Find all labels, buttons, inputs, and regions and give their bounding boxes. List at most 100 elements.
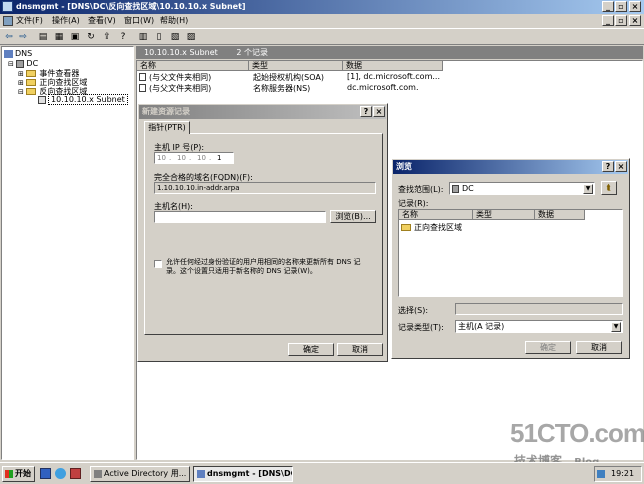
- quicklaunch-desktop-icon[interactable]: [40, 468, 51, 479]
- tree-server[interactable]: ⊟ DC: [8, 59, 38, 68]
- tab-ptr[interactable]: 指针(PTR): [144, 121, 190, 134]
- toolbar: ⇦ ⇨ ▤ ▦ ▣ ↻ ⇪ ? ▥ ▯ ▧ ▨: [0, 28, 644, 45]
- new-record-icon[interactable]: ▧: [168, 31, 182, 44]
- back-icon[interactable]: ⇦: [2, 31, 16, 44]
- col-data[interactable]: 数据: [535, 210, 585, 220]
- help-icon[interactable]: ?: [116, 31, 130, 44]
- server-node-icon: [16, 59, 25, 68]
- dns-icon: [4, 49, 13, 58]
- col-name[interactable]: 名称: [137, 61, 249, 71]
- selection-field: [455, 303, 623, 315]
- minimize-icon[interactable]: _: [602, 1, 614, 12]
- properties-icon[interactable]: ▣: [68, 31, 82, 44]
- selection-label: 选择(S):: [398, 306, 429, 315]
- ip-address-field[interactable]: 10 . 10 . 10 . 1: [154, 152, 234, 164]
- main-window-title: dnsmgmt - [DNS\DC\反向查找区域\10.10.10.x Subn…: [16, 2, 246, 11]
- fqdn-field: 1.10.10.10.in-addr.arpa: [154, 182, 376, 194]
- help-icon[interactable]: ?: [602, 161, 614, 172]
- grid-icon[interactable]: ▥: [136, 31, 150, 44]
- tree-root[interactable]: DNS: [4, 49, 32, 58]
- close-icon[interactable]: ×: [373, 106, 385, 117]
- restore-icon[interactable]: ▫: [615, 1, 627, 12]
- menu-window[interactable]: 窗口(W): [124, 14, 154, 28]
- app-icon: [2, 1, 13, 12]
- cancel-button[interactable]: 取消: [576, 341, 622, 354]
- windows-logo-icon: [5, 469, 13, 478]
- menu-file[interactable]: 文件(F): [16, 14, 43, 28]
- dns-icon: [197, 469, 205, 478]
- browse-button[interactable]: 浏览(B)...: [330, 210, 376, 223]
- quicklaunch-ie-icon[interactable]: [55, 468, 66, 479]
- help-icon[interactable]: ?: [360, 106, 372, 117]
- collapse-icon[interactable]: ⊟: [8, 60, 14, 68]
- browse-dialog: 浏览 ? × 查找范围(L): DC ▼ ⮬ 记录(R): 名称 类型 数据 正…: [391, 158, 630, 359]
- record-icon: [139, 73, 146, 81]
- chevron-down-icon[interactable]: ▼: [583, 184, 593, 194]
- export-icon[interactable]: ⇪: [100, 31, 114, 44]
- folder-icon: [401, 224, 411, 231]
- browse-title-bar[interactable]: 浏览 ? ×: [393, 160, 628, 174]
- table-row[interactable]: (与父文件夹相同) 名称服务器(NS) dc.microsoft.com.: [139, 83, 439, 93]
- mdi-restore-icon[interactable]: ▫: [615, 15, 627, 26]
- tree-item-subnet[interactable]: 10.10.10.x Subnet: [38, 94, 128, 105]
- mdi-close-icon[interactable]: ×: [629, 15, 641, 26]
- browse-list: 名称 类型 数据 正向查找区域: [398, 209, 623, 297]
- up-folder-icon: ⮬: [606, 183, 612, 192]
- zone-name: 10.10.10.x Subnet: [144, 48, 218, 57]
- up-level-button[interactable]: ⮬: [601, 181, 617, 195]
- new-record-dialog: 新建资源记录 ? × 指针(PTR) 主机 IP 号(P): 10 . 10 .…: [137, 103, 388, 362]
- menu-bar: 文件(F) 操作(A) 查看(V) 窗口(W) 帮助(H) _ ▫ ×: [0, 14, 644, 28]
- mdi-minimize-icon[interactable]: _: [602, 15, 614, 26]
- ok-button[interactable]: 确定: [525, 341, 571, 354]
- taskbar-task-ad[interactable]: Active Directory 用...: [90, 466, 190, 482]
- quicklaunch-app-icon[interactable]: [70, 468, 81, 479]
- system-tray: 19:21: [594, 466, 642, 482]
- server-icon[interactable]: ▯: [152, 31, 166, 44]
- host-name-input[interactable]: [154, 211, 326, 223]
- col-data[interactable]: 数据: [343, 61, 443, 71]
- refresh-icon[interactable]: ↻: [84, 31, 98, 44]
- watermark-brand: 51CTO.com: [510, 418, 644, 448]
- record-type-dropdown[interactable]: 主机(A 记录) ▼: [455, 320, 623, 333]
- menu-action[interactable]: 操作(A): [52, 14, 80, 28]
- col-type[interactable]: 类型: [249, 61, 343, 71]
- forward-icon[interactable]: ⇨: [16, 31, 30, 44]
- menu-help[interactable]: 帮助(H): [160, 14, 188, 28]
- list-icon[interactable]: ▨: [184, 31, 198, 44]
- col-type[interactable]: 类型: [473, 210, 535, 220]
- ad-icon: [94, 469, 102, 478]
- list-item[interactable]: 正向查找区域: [401, 222, 462, 233]
- update-checkbox[interactable]: [154, 260, 162, 268]
- col-name[interactable]: 名称: [399, 210, 473, 220]
- records-label: 记录(R):: [398, 199, 429, 208]
- start-button[interactable]: 开始: [2, 466, 35, 482]
- record-count: 2 个记录: [236, 48, 268, 57]
- ok-button[interactable]: 确定: [288, 343, 334, 356]
- taskbar: 开始 Active Directory 用... dnsmgmt - [DNS\…: [0, 462, 644, 484]
- look-in-dropdown[interactable]: DC ▼: [449, 182, 595, 195]
- up-folder-icon[interactable]: ▤: [36, 31, 50, 44]
- table-row[interactable]: (与父文件夹相同) 起始授权机构(SOA) [1], dc.microsoft.…: [139, 72, 440, 82]
- tree-pane: DNS ⊟ DC ⊞ 事件查看器 ⊞ 正向查找区域 ⊟ 反向查找区域 10.10…: [1, 46, 134, 460]
- chevron-down-icon[interactable]: ▼: [611, 322, 621, 332]
- server-icon: [452, 184, 459, 193]
- clock[interactable]: 19:21: [611, 469, 634, 478]
- close-icon[interactable]: ×: [629, 1, 641, 12]
- show-tree-icon[interactable]: ▦: [52, 31, 66, 44]
- zone-icon: [38, 95, 46, 104]
- taskbar-task-dnsmgmt[interactable]: dnsmgmt - [DNS\DC\...: [193, 466, 293, 482]
- record-icon: [139, 84, 146, 92]
- collapse-icon[interactable]: ⊟: [18, 88, 24, 96]
- folder-icon: [26, 70, 37, 77]
- network-icon[interactable]: [597, 470, 605, 478]
- open-folder-icon: [26, 88, 37, 95]
- new-record-title-bar[interactable]: 新建资源记录 ? ×: [139, 105, 386, 119]
- close-icon[interactable]: ×: [615, 161, 627, 172]
- cancel-button[interactable]: 取消: [337, 343, 383, 356]
- main-title-bar[interactable]: dnsmgmt - [DNS\DC\反向查找区域\10.10.10.x Subn…: [0, 0, 644, 14]
- tab-panel: 主机 IP 号(P): 10 . 10 . 10 . 1 完全合格的域名(FQD…: [144, 133, 383, 335]
- menu-view[interactable]: 查看(V): [88, 14, 116, 28]
- menu-icon: [3, 16, 13, 26]
- zone-header-bar: 10.10.10.x Subnet 2 个记录: [136, 46, 643, 59]
- folder-icon: [26, 79, 37, 86]
